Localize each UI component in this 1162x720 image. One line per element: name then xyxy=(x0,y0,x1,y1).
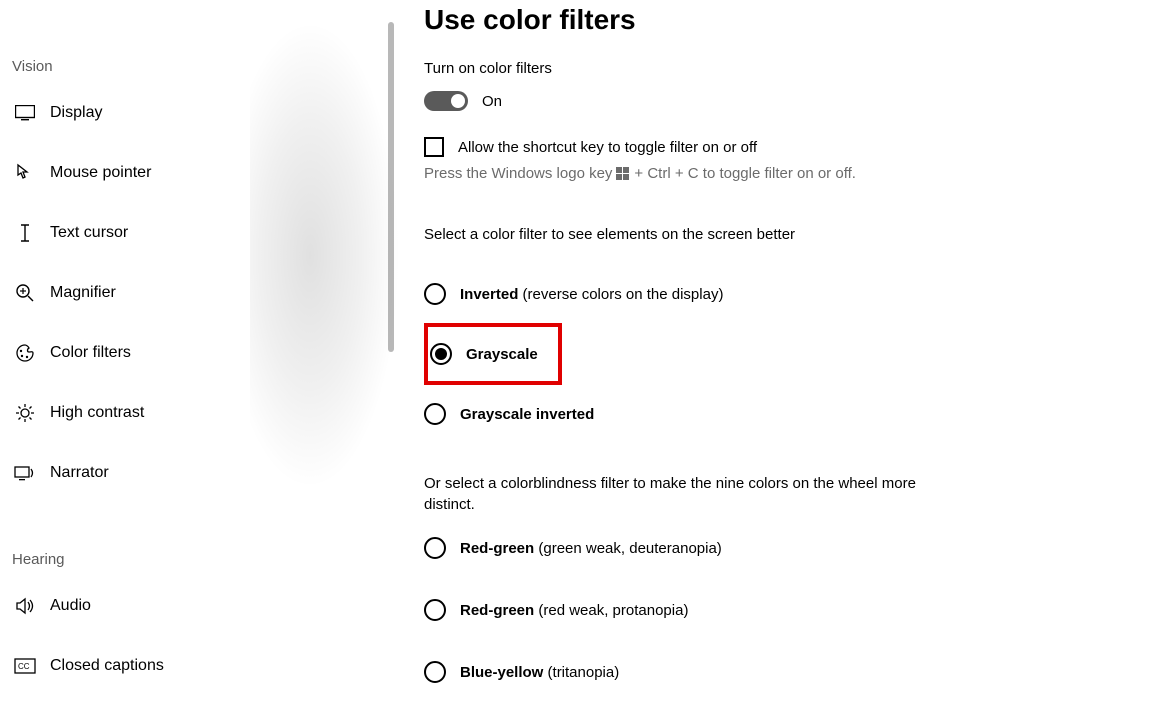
radio-label: Inverted (reverse colors on the display) xyxy=(460,286,723,303)
sidebar-list-vision: Display Mouse pointer Text cursor Magnif… xyxy=(0,83,390,503)
cursor-hand-icon xyxy=(12,163,38,183)
sidebar-list-hearing: Audio CC Closed captions xyxy=(0,576,390,696)
sidebar-scrollbar[interactable] xyxy=(388,22,394,352)
sidebar-item-color-filters[interactable]: Color filters xyxy=(0,323,390,383)
sidebar-item-label: Text cursor xyxy=(50,224,128,242)
radio-label: Red-green (green weak, deuteranopia) xyxy=(460,540,722,557)
sidebar-item-label: Closed captions xyxy=(50,657,164,675)
radio-icon xyxy=(424,537,446,559)
radio-icon xyxy=(424,403,446,425)
narrator-icon xyxy=(12,464,38,482)
windows-logo-icon xyxy=(616,167,630,181)
sidebar-item-audio[interactable]: Audio xyxy=(0,576,390,636)
sidebar-item-label: Narrator xyxy=(50,464,109,482)
radio-icon xyxy=(424,283,446,305)
filter-option-grayscale-inverted[interactable]: Grayscale inverted xyxy=(424,383,964,445)
shortcut-checkbox-label: Allow the shortcut key to toggle filter … xyxy=(458,139,757,156)
content-pane: Use color filters Turn on color filters … xyxy=(424,0,1144,720)
sidebar-item-label: Mouse pointer xyxy=(50,164,151,182)
closed-captions-icon: CC xyxy=(12,658,38,674)
colorblind-description: Or select a colorblindness filter to mak… xyxy=(424,473,964,515)
magnifier-icon xyxy=(12,283,38,303)
brightness-icon xyxy=(12,403,38,423)
shortcut-checkbox[interactable] xyxy=(424,137,444,157)
sidebar-item-narrator[interactable]: Narrator xyxy=(0,443,390,503)
sidebar-item-label: High contrast xyxy=(50,404,144,422)
speaker-icon xyxy=(12,597,38,615)
shortcut-hint-text-a: Press the Windows logo key xyxy=(424,165,612,182)
sidebar-item-display[interactable]: Display xyxy=(0,83,390,143)
sidebar-item-label: Display xyxy=(50,104,102,122)
filter-option-inverted[interactable]: Inverted (reverse colors on the display) xyxy=(424,263,964,325)
radio-label: Red-green (red weak, protanopia) xyxy=(460,602,688,619)
shortcut-hint-text-b: + Ctrl + C to toggle filter on or off. xyxy=(634,165,856,182)
sidebar: Vision Display Mouse pointer Text cursor… xyxy=(0,0,390,720)
sidebar-group-vision: Vision xyxy=(0,58,390,75)
radio-icon xyxy=(424,661,446,683)
sidebar-item-label: Color filters xyxy=(50,344,131,362)
sidebar-item-label: Magnifier xyxy=(50,284,116,302)
highlight-rectangle: Grayscale xyxy=(424,323,562,385)
page-title: Use color filters xyxy=(424,4,1144,36)
svg-text:CC: CC xyxy=(18,662,30,671)
monitor-icon xyxy=(12,105,38,121)
color-filters-toggle[interactable] xyxy=(424,91,468,111)
toggle-knob xyxy=(451,94,465,108)
shortcut-hint: Press the Windows logo key + Ctrl + C to… xyxy=(424,165,1144,182)
palette-icon xyxy=(12,343,38,363)
toggle-state-text: On xyxy=(482,93,502,110)
radio-label: Blue-yellow (tritanopia) xyxy=(460,664,619,681)
filter-select-description: Select a color filter to see elements on… xyxy=(424,224,964,245)
filter-option-tritanopia[interactable]: Blue-yellow (tritanopia) xyxy=(424,641,964,703)
toggle-section-label: Turn on color filters xyxy=(424,60,1144,77)
sidebar-item-mouse-pointer[interactable]: Mouse pointer xyxy=(0,143,390,203)
sidebar-item-label: Audio xyxy=(50,597,91,615)
filter-option-deuteranopia[interactable]: Red-green (green weak, deuteranopia) xyxy=(424,517,964,579)
sidebar-item-closed-captions[interactable]: CC Closed captions xyxy=(0,636,390,696)
radio-icon xyxy=(424,599,446,621)
radio-label: Grayscale xyxy=(466,346,538,363)
sidebar-item-high-contrast[interactable]: High contrast xyxy=(0,383,390,443)
sidebar-item-magnifier[interactable]: Magnifier xyxy=(0,263,390,323)
filter-option-protanopia[interactable]: Red-green (red weak, protanopia) xyxy=(424,579,964,641)
sidebar-item-text-cursor[interactable]: Text cursor xyxy=(0,203,390,263)
filter-option-grayscale[interactable]: Grayscale xyxy=(424,325,964,383)
radio-label: Grayscale inverted xyxy=(460,406,594,423)
sidebar-group-hearing: Hearing xyxy=(0,551,390,568)
radio-icon xyxy=(430,343,452,365)
text-cursor-icon xyxy=(12,223,38,243)
